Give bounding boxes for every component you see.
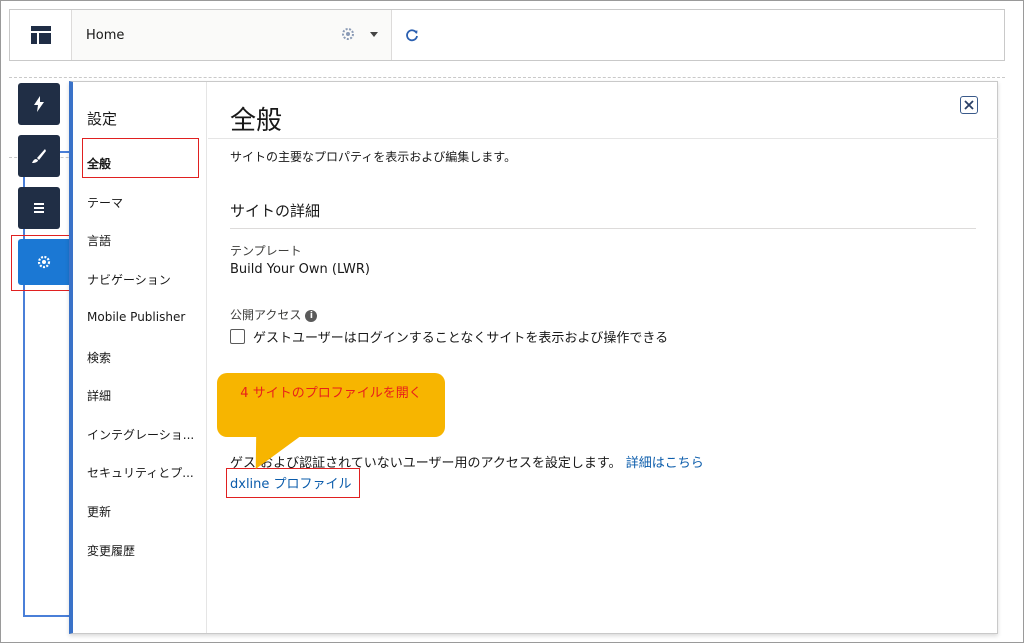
settings-nav-item-advanced[interactable]: 詳細 <box>87 387 111 404</box>
settings-nav-item-security[interactable]: セキュリティとプ... <box>87 464 194 481</box>
public-access-label: 公開アクセス i <box>230 306 318 323</box>
rail-theme-button[interactable] <box>18 135 60 177</box>
highlight-profile-link <box>226 468 360 498</box>
settings-nav-item-history[interactable]: 変更履歴 <box>87 542 135 559</box>
rail-components-button[interactable] <box>18 83 60 125</box>
public-access-checkbox[interactable] <box>230 329 245 344</box>
gear-icon <box>342 28 354 40</box>
settings-nav-item-integrations[interactable]: インテグレーショ... <box>87 426 194 443</box>
settings-nav-item-updates[interactable]: 更新 <box>87 503 111 520</box>
page-name: Home <box>86 27 125 43</box>
learn-more-link[interactable]: 詳細はこちら <box>626 456 704 471</box>
close-button[interactable] <box>960 96 978 114</box>
refresh-icon <box>406 29 418 42</box>
section-title: サイトの詳細 <box>230 202 321 220</box>
page-picker[interactable]: Home <box>72 10 392 60</box>
list-icon <box>34 203 44 213</box>
template-value: Build Your Own (LWR) <box>230 262 370 277</box>
info-icon[interactable]: i <box>305 309 318 322</box>
chevron-down-icon <box>370 32 378 37</box>
close-icon <box>964 100 974 110</box>
refresh-button[interactable] <box>392 10 432 60</box>
page-description: サイトの主要なプロパティを表示および編集します。 <box>230 150 517 164</box>
settings-content: 全般 サイトの主要なプロパティを表示および編集します。 サイトの詳細 テンプレー… <box>208 82 998 633</box>
public-access-checkbox-label: ゲストユーザーはログインすることなくサイトを表示および操作できる <box>253 331 669 346</box>
title-divider <box>208 138 998 139</box>
lightning-icon <box>34 96 44 112</box>
public-access-row: ゲストユーザーはログインすることなくサイトを表示および操作できる <box>230 327 668 346</box>
instruction-callout: 4 サイトのプロファイルを開く <box>217 373 445 437</box>
template-label: テンプレート <box>230 244 302 258</box>
app-launcher-button[interactable] <box>10 10 72 60</box>
builder-window: Home 設定 全般 テーマ 言語 ナビゲーション Mobile Publish… <box>0 0 1024 643</box>
settings-nav-item-theme[interactable]: テーマ <box>87 194 123 211</box>
builder-header: Home <box>9 9 1005 61</box>
settings-panel: 設定 全般 テーマ 言語 ナビゲーション Mobile Publisher 検索… <box>69 81 998 634</box>
canvas-divider <box>9 77 1005 78</box>
settings-nav-item-language[interactable]: 言語 <box>87 232 111 249</box>
layout-icon <box>30 26 51 44</box>
page-title: 全般 <box>230 106 283 136</box>
brush-icon <box>32 149 46 163</box>
settings-nav-title: 設定 <box>87 110 118 128</box>
section-divider <box>230 228 976 229</box>
settings-nav-item-search[interactable]: 検索 <box>87 349 111 366</box>
settings-nav-item-navigation[interactable]: ナビゲーション <box>87 271 171 288</box>
rail-structure-button[interactable] <box>18 187 60 229</box>
settings-nav-item-mobile-publisher[interactable]: Mobile Publisher <box>87 310 185 324</box>
highlight-general-nav <box>82 138 199 178</box>
public-access-label-text: 公開アクセス <box>230 308 302 322</box>
